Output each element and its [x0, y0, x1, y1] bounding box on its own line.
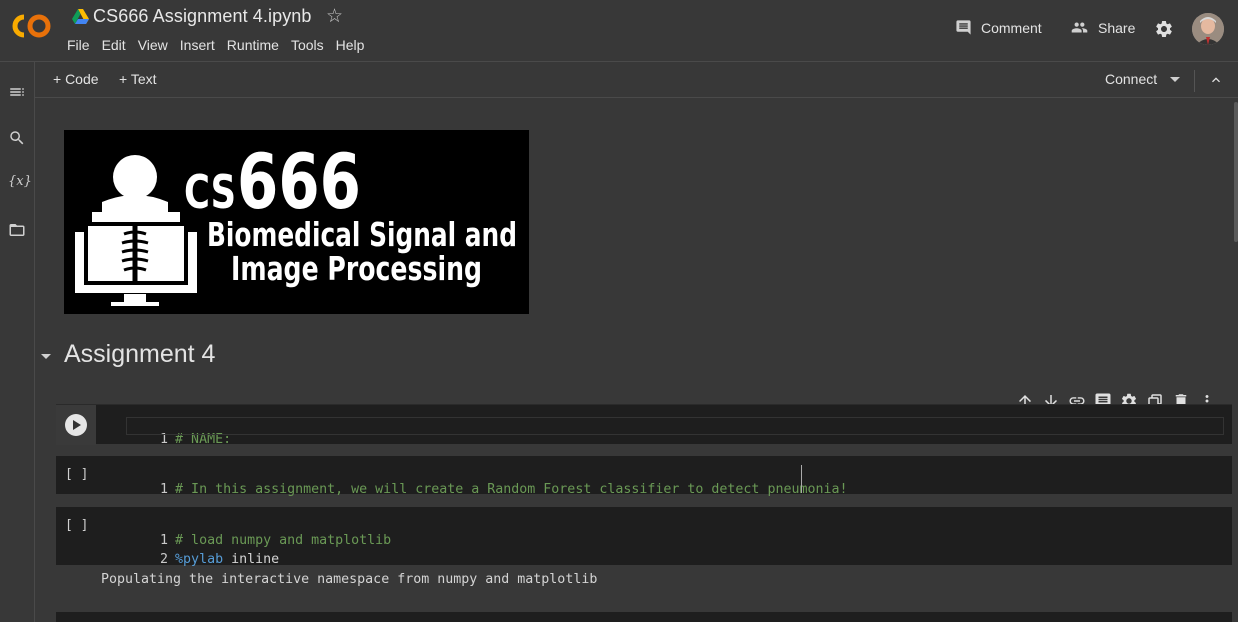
- cell-output: Populating the interactive namespace fro…: [101, 572, 598, 587]
- people-icon: [1071, 22, 1088, 33]
- header: CS666 Assignment 4.ipynb ☆ File Edit Vie…: [0, 0, 1238, 62]
- chevron-down-icon[interactable]: [1170, 77, 1180, 82]
- menu-bar: File Edit View Insert Runtime Tools Help: [67, 37, 376, 53]
- menu-edit[interactable]: Edit: [102, 37, 126, 53]
- left-sidebar: {x}: [0, 62, 35, 622]
- add-code-button[interactable]: + Code: [53, 71, 99, 87]
- search-icon[interactable]: [8, 129, 26, 147]
- scrollbar[interactable]: [1234, 102, 1238, 242]
- settings-gear-icon[interactable]: [1154, 19, 1174, 39]
- notebook-title[interactable]: CS666 Assignment 4.ipynb: [93, 6, 312, 27]
- code-cell[interactable]: [ ] 1 # In this assignment, we will creat…: [56, 456, 1232, 497]
- code-cell[interactable]: 1 # NAME:: [56, 404, 1232, 447]
- course-banner-image: CS 666 Biomedical Signal and Image Proce…: [64, 130, 529, 314]
- notebook-toolbar: + Code + Text Connect: [35, 62, 1238, 98]
- banner-course-number: 666: [237, 137, 361, 226]
- variables-icon[interactable]: {x}: [8, 174, 32, 192]
- menu-help[interactable]: Help: [336, 37, 365, 53]
- user-avatar[interactable]: [1192, 13, 1224, 45]
- menu-view[interactable]: View: [138, 37, 168, 53]
- banner-line-2: Image Processing: [231, 249, 482, 288]
- toolbar-divider: [1194, 70, 1195, 92]
- share-label: Share: [1098, 19, 1136, 36]
- share-button[interactable]: Share: [1070, 19, 1135, 36]
- text-cursor: [801, 465, 802, 493]
- magic-command: %pylab: [175, 552, 224, 567]
- code-text: # In this assignment, we will create a R…: [175, 482, 848, 497]
- star-icon[interactable]: ☆: [326, 5, 343, 28]
- execution-prompt[interactable]: [ ]: [65, 467, 88, 482]
- colab-logo[interactable]: [10, 12, 52, 40]
- table-of-contents-icon[interactable]: [8, 83, 26, 101]
- code-text: inline: [223, 552, 280, 567]
- line-number: 2: [160, 552, 169, 567]
- menu-tools[interactable]: Tools: [291, 37, 324, 53]
- line-number: 1: [160, 482, 169, 497]
- banner-course-prefix: CS: [184, 165, 236, 219]
- menu-runtime[interactable]: Runtime: [227, 37, 279, 53]
- connect-button[interactable]: Connect: [1105, 71, 1157, 87]
- active-line-highlight: [126, 417, 1224, 435]
- notebook-content: CS 666 Biomedical Signal and Image Proce…: [35, 98, 1238, 622]
- menu-file[interactable]: File: [67, 37, 90, 53]
- section-collapse-caret-icon[interactable]: [41, 354, 51, 359]
- code-line[interactable]: 1 # In this assignment, we will create a …: [112, 467, 848, 512]
- folder-icon[interactable]: [8, 221, 26, 239]
- run-cell-button[interactable]: [65, 414, 87, 436]
- comment-label: Comment: [981, 19, 1042, 36]
- add-text-button[interactable]: + Text: [119, 71, 157, 87]
- execution-prompt[interactable]: [ ]: [65, 518, 88, 533]
- chevron-up-icon[interactable]: [1208, 72, 1224, 88]
- comment-button[interactable]: Comment: [955, 19, 1042, 36]
- comment-icon: [956, 20, 971, 35]
- menu-insert[interactable]: Insert: [180, 37, 215, 53]
- code-cell[interactable]: [ ] 1 # load numpy and matplotlib 2 %pylab…: [56, 507, 1232, 567]
- run-cell-area: [56, 405, 96, 445]
- google-drive-icon[interactable]: [72, 9, 89, 24]
- code-cell[interactable]: [56, 612, 1232, 622]
- section-heading: Assignment 4: [64, 340, 216, 368]
